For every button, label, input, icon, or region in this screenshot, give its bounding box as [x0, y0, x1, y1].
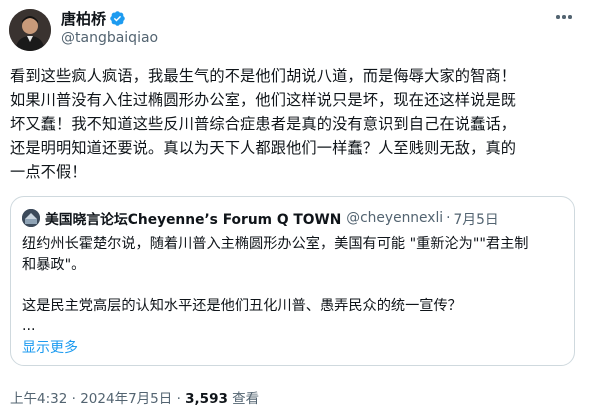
quoted-tweet-header: 美国晓言论坛Cheyenne’s Forum Q TOWN @cheyennex… [22, 208, 499, 228]
quoted-handle[interactable]: @cheyennexli [346, 210, 443, 226]
author-display-name[interactable]: 唐柏桥 [61, 8, 106, 29]
tweet-text-line: 还是明明知道还要说。真以为天下人都跟他们一样蠢？人至贱则无敌，真的 [10, 139, 517, 157]
meta-separator: · [176, 391, 181, 407]
quoted-text-line [22, 275, 570, 296]
quoted-text-line: 这是民主党高层的认知水平还是他们丑化川普、愚弄民众的统一宣传？ [22, 297, 462, 314]
quoted-avatar[interactable] [22, 209, 40, 227]
tweet-meta: 上午4:32 · 2024年7月5日 · 3,593 查看 [10, 387, 259, 407]
tweet-text-line: 一点不假！ [10, 163, 87, 181]
tweet-text-line: 坏又蠢！我不知道这些反川普综合症患者是真的没有意识到自己在说蠢话， [10, 115, 517, 133]
views-count: 3,593 [185, 391, 228, 407]
quoted-tweet-text: 纽约州长霍楚尔说，随着川普入主椭圆形办公室，美国有可能 "重新沦为""君主制 和… [22, 234, 570, 337]
quoted-text-line: 和暴政"。 [22, 256, 86, 273]
author-name-row: 唐柏桥 [61, 8, 126, 28]
quoted-tweet-card[interactable]: 美国晓言论坛Cheyenne’s Forum Q TOWN @cheyennex… [10, 196, 575, 366]
tweet-time[interactable]: 上午4:32 [10, 391, 67, 407]
meta-separator: · [71, 391, 76, 407]
views-label: 查看 [232, 391, 260, 407]
tweet-text-line: 如果川普没有入住过椭圆形办公室，他们这样说只是坏，现在还这样说是既 [10, 91, 517, 109]
quoted-date[interactable]: 7月5日 [454, 208, 499, 228]
show-more-link[interactable]: 显示更多 [22, 337, 78, 357]
author-handle[interactable]: @tangbaiqiao [61, 30, 158, 46]
quoted-text-line: 纽约州长霍楚尔说，随着川普入主椭圆形办公室，美国有可能 "重新沦为""君主制 [22, 236, 529, 252]
tweet-date[interactable]: 2024年7月5日 [80, 391, 172, 407]
avatar[interactable] [9, 9, 51, 51]
quoted-text-line: ... [22, 318, 36, 334]
tweet: 唐柏桥 @tangbaiqiao 看到这些疯人疯语，我最生气的不是他们胡说八道，… [0, 0, 592, 413]
tweet-text: 看到这些疯人疯语，我最生气的不是他们胡说八道，而是侮辱大家的智商！ 如果川普没有… [10, 64, 586, 184]
quoted-separator: · [446, 210, 451, 226]
verified-badge-icon [109, 10, 126, 27]
quoted-display-name[interactable]: 美国晓言论坛Cheyenne’s Forum Q TOWN [45, 208, 341, 228]
more-options-icon[interactable] [556, 12, 578, 22]
tweet-text-line: 看到这些疯人疯语，我最生气的不是他们胡说八道，而是侮辱大家的智商！ [10, 67, 517, 85]
